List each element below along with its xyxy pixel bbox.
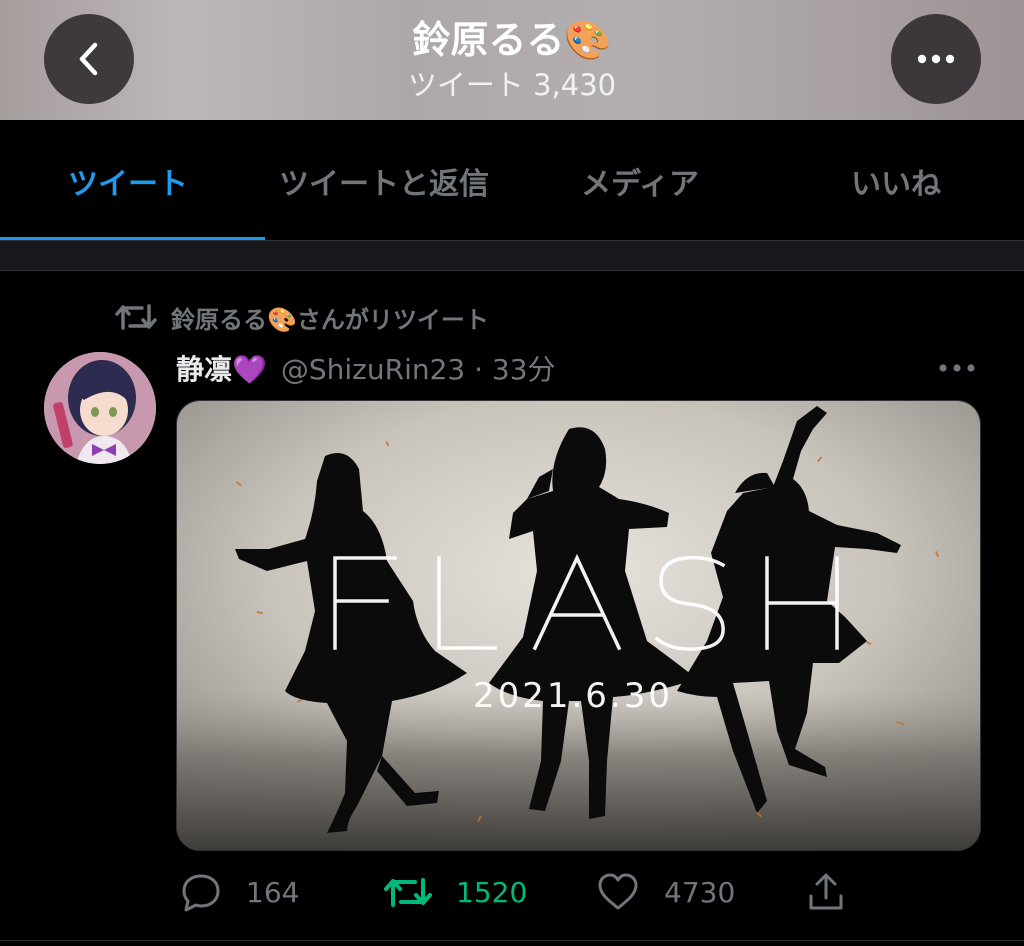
tweet-media-image[interactable]: 2021.6.30 (176, 400, 981, 851)
like-count: 4730 (664, 875, 736, 909)
retweet-icon (115, 304, 157, 330)
tweet-count: ツイート 3,430 (407, 68, 617, 102)
retweeted-by-text: 鈴原るる🎨さんがリツイート (171, 305, 489, 334)
author-handle-time[interactable]: @ShizuRin23 · 33分 (281, 348, 556, 388)
avatar-illustration (44, 352, 156, 464)
heart-icon (598, 873, 638, 910)
profile-tabs: ツイート ツイートと返信 メディア いいね (0, 120, 1024, 241)
more-dots-icon (917, 54, 955, 64)
retweet-icon (384, 878, 432, 907)
author-name[interactable]: 静凛💜 (176, 348, 267, 388)
tweet-header: 静凛💜 @ShizuRin23 · 33分 (176, 348, 556, 388)
profile-name: 鈴原るる🎨 (412, 18, 612, 62)
reply-icon (182, 874, 220, 912)
reply-button[interactable]: 164 (180, 862, 299, 922)
tab-media[interactable]: メディア (512, 120, 768, 241)
share-icon (809, 873, 843, 910)
retweet-button[interactable]: 1520 (384, 862, 527, 922)
retweet-context[interactable]: 鈴原るる🎨さんがリツイート (115, 298, 489, 336)
tweet-divider (0, 940, 1024, 941)
more-options-button[interactable] (891, 14, 981, 104)
tweet-actions: 164 1520 4730 (176, 862, 981, 922)
tab-tweets[interactable]: ツイート (0, 120, 265, 241)
like-button[interactable]: 4730 (596, 862, 735, 922)
retweet-count: 1520 (456, 875, 528, 909)
media-artwork: 2021.6.30 (177, 401, 980, 850)
avatar[interactable] (44, 352, 156, 464)
tab-label: ツイート (68, 166, 188, 202)
media-date-text: 2021.6.30 (473, 676, 673, 716)
more-dots-icon (939, 364, 975, 372)
reply-count: 164 (246, 875, 300, 909)
share-button[interactable] (806, 862, 846, 922)
profile-header: 鈴原るる🎨 ツイート 3,430 (0, 0, 1024, 120)
tweet-more-button[interactable] (937, 356, 977, 380)
tab-tweets-and-replies[interactable]: ツイートと返信 (256, 120, 512, 241)
tab-label: いいね (851, 166, 941, 202)
tab-label: メディア (581, 166, 699, 202)
section-gap (0, 241, 1024, 271)
tab-likes[interactable]: いいね (768, 120, 1024, 241)
tab-label: ツイートと返信 (279, 166, 489, 202)
